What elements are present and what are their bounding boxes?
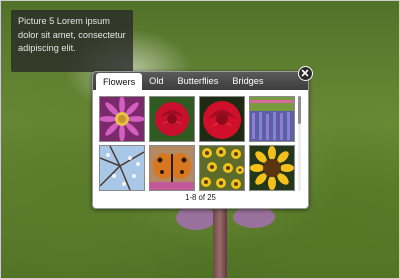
slideshow-frame: Picture 5 Lorem ipsum dolor sit amet, co… (0, 0, 400, 279)
thumbnail-grid (99, 96, 295, 191)
gallery-popup: Flowers Old Butterflies Bridges 1-8 of 2… (92, 71, 309, 209)
thumbnail-scrollbar[interactable] (298, 96, 301, 191)
caption-text: Picture 5 Lorem ipsum dolor sit amet, co… (18, 16, 126, 53)
flower-petal (233, 206, 275, 228)
flower-petal (176, 206, 216, 230)
close-icon (301, 69, 309, 77)
tab-old[interactable]: Old (142, 72, 170, 90)
photo-caption: Picture 5 Lorem ipsum dolor sit amet, co… (11, 10, 133, 72)
thumbnail-sunflower-field[interactable] (199, 145, 245, 191)
tab-bridges[interactable]: Bridges (225, 72, 270, 90)
scrollbar-thumb[interactable] (298, 96, 301, 124)
close-button[interactable] (298, 66, 313, 81)
tab-flowers[interactable]: Flowers (96, 73, 143, 90)
thumbnail-butterfly[interactable] (149, 145, 195, 191)
thumbnail-lavender-field[interactable] (249, 96, 295, 142)
thumbnail-sunflower[interactable] (249, 145, 295, 191)
flower-stem (213, 201, 227, 278)
thumbnail-blossom-branches[interactable] (99, 145, 145, 191)
pager-text: 1-8 of 25 (185, 193, 216, 202)
tab-butterflies[interactable]: Butterflies (170, 72, 225, 90)
thumbnail-purple-daisy[interactable] (99, 96, 145, 142)
gallery-tabs: Flowers Old Butterflies Bridges (93, 72, 308, 90)
thumbnail-red-rose[interactable] (149, 96, 195, 142)
thumbnail-red-rose-2[interactable] (199, 96, 245, 142)
